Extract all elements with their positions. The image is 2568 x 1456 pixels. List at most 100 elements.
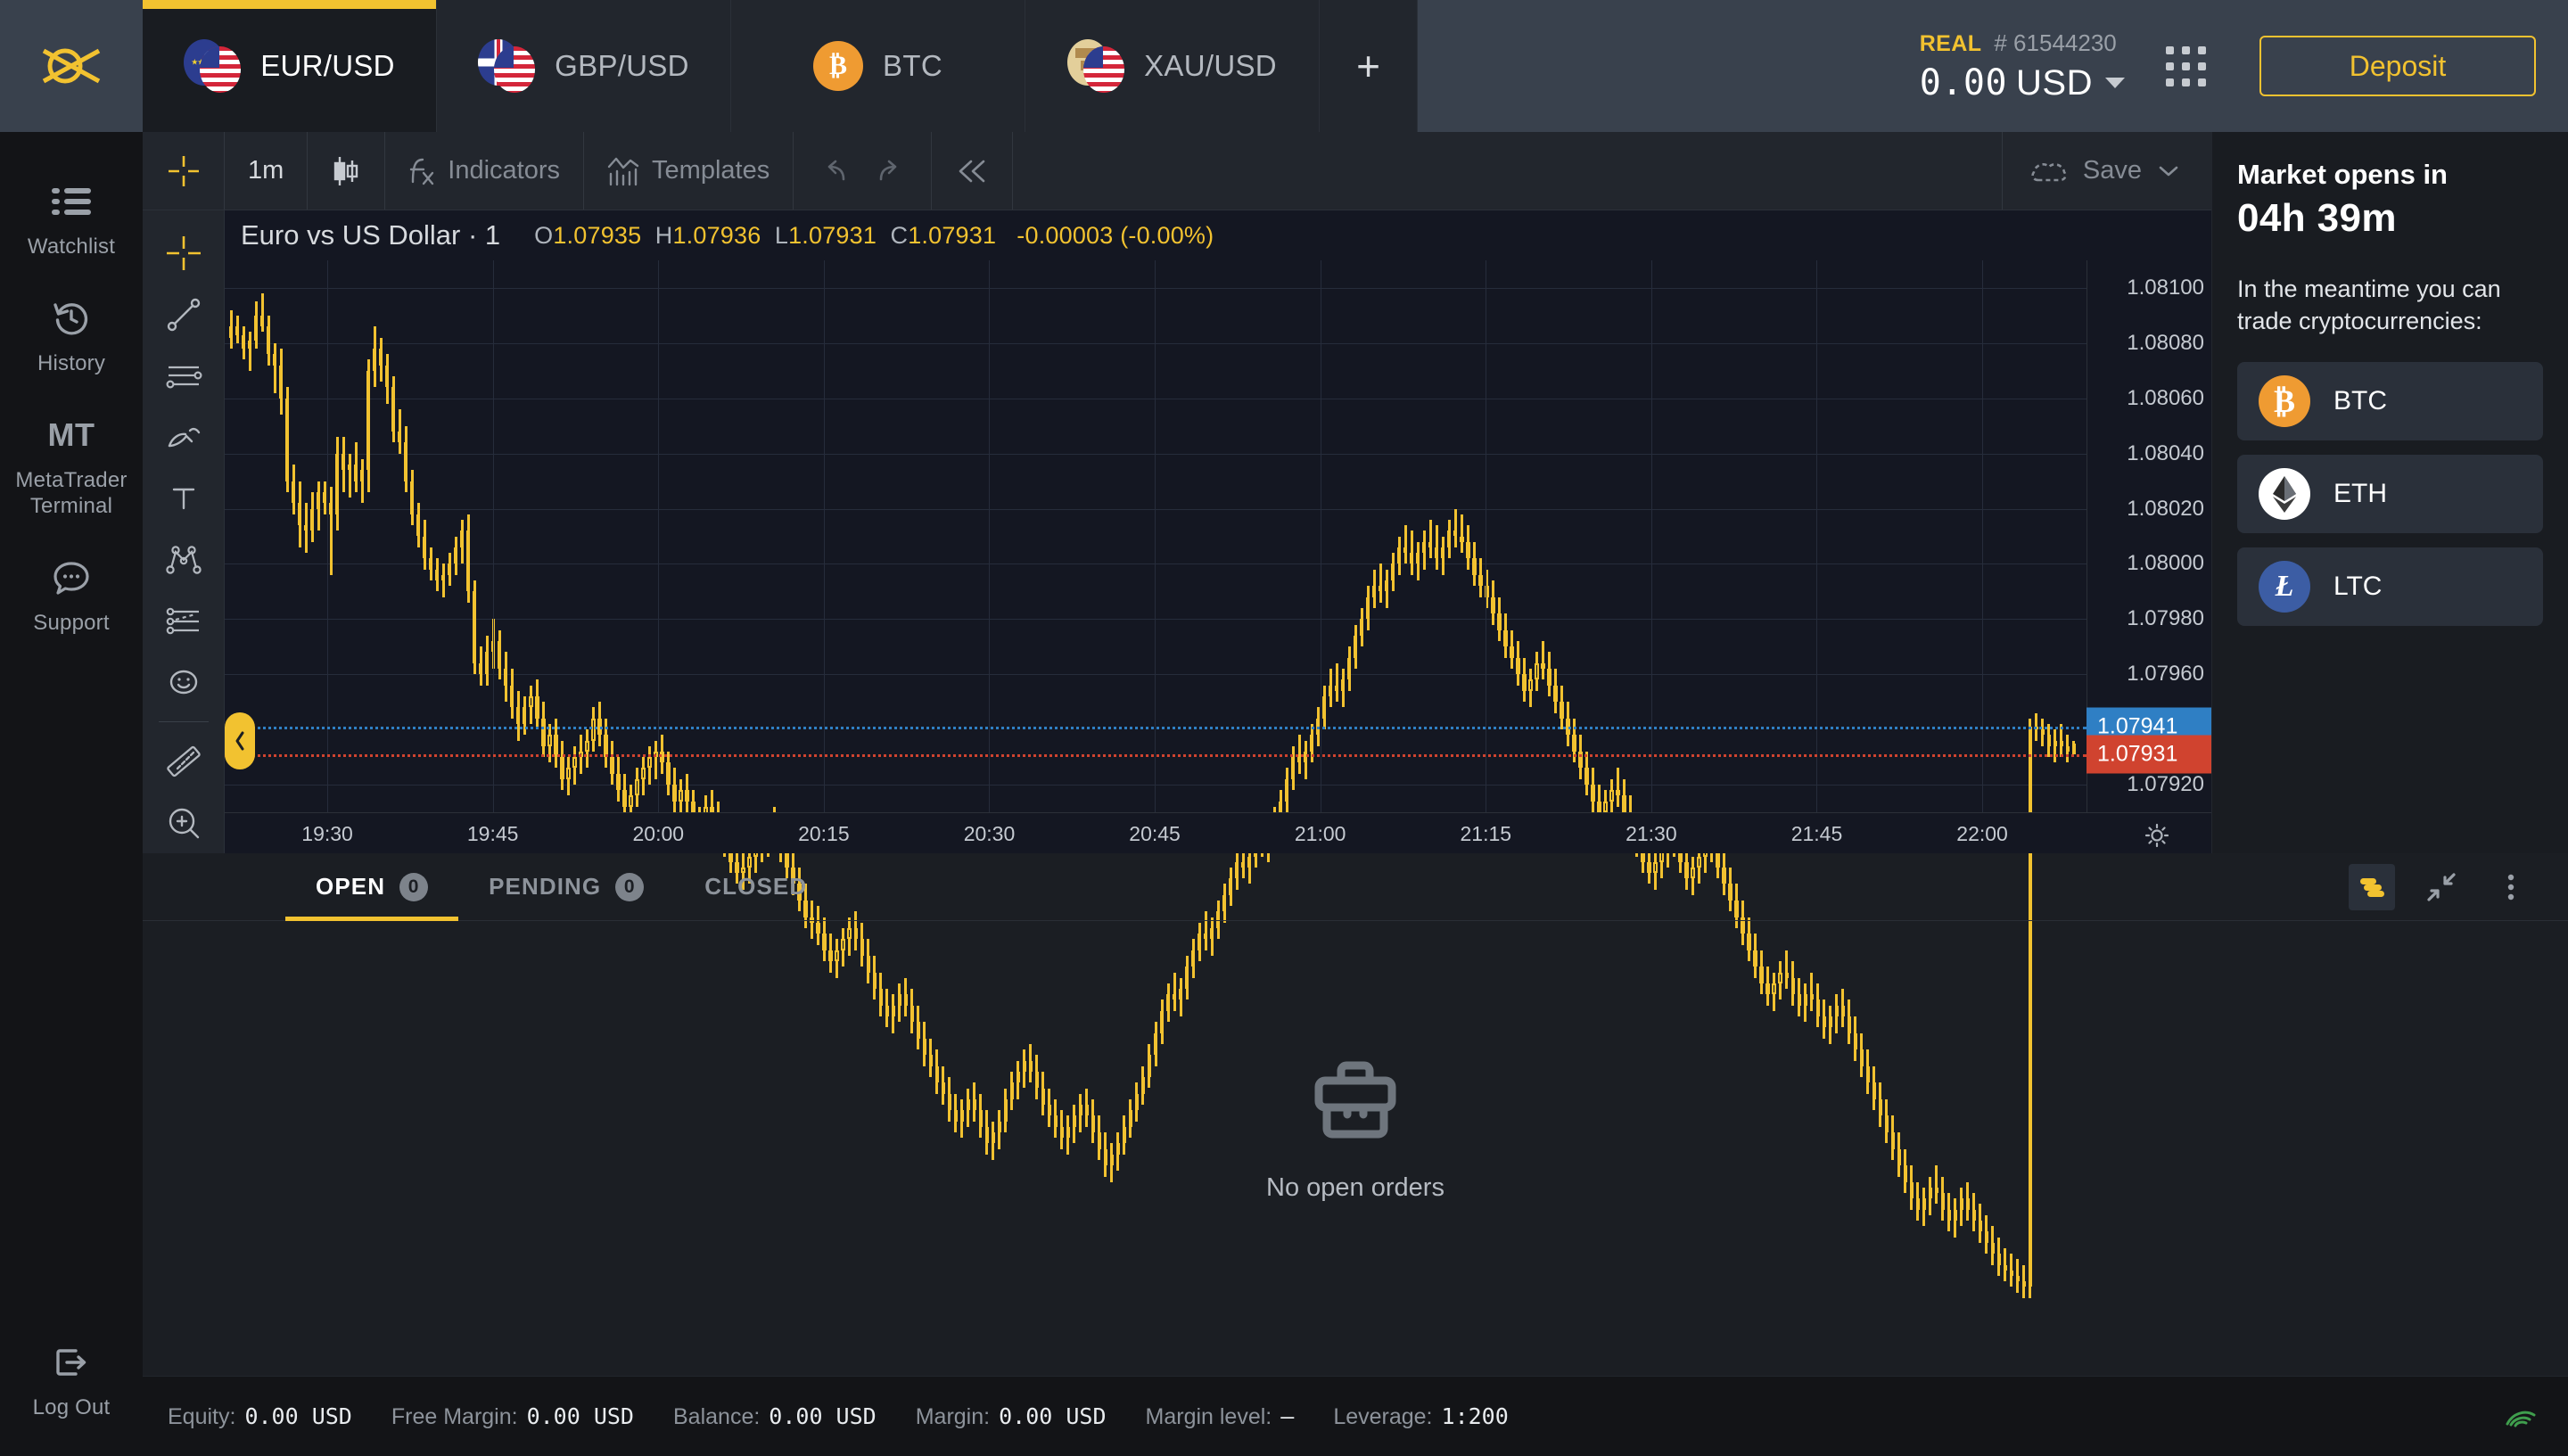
chevron-down-icon[interactable] bbox=[2105, 78, 2125, 88]
candle-body bbox=[1503, 630, 1507, 647]
more-options-button[interactable] bbox=[2488, 864, 2534, 910]
candle-body bbox=[1491, 597, 1494, 614]
candle-wick bbox=[1542, 641, 1544, 679]
candle-body bbox=[2054, 741, 2057, 746]
tab-closed-orders[interactable]: CLOSED bbox=[674, 853, 837, 920]
candle-wick bbox=[1810, 973, 1813, 1011]
fx-logo-icon bbox=[35, 44, 108, 88]
apps-grid-button[interactable] bbox=[2166, 46, 2206, 86]
candle-body bbox=[1872, 1082, 1876, 1099]
tab-btc[interactable]: ₿ BTC bbox=[731, 0, 1025, 132]
gear-icon bbox=[2144, 822, 2170, 849]
status-margin: Margin: 0.00 USD bbox=[916, 1403, 1107, 1430]
collapse-panel-button[interactable] bbox=[2418, 864, 2465, 910]
account-type: REAL bbox=[1920, 31, 1982, 57]
horizontal-lines-tool[interactable] bbox=[153, 345, 214, 407]
chart-type-button[interactable] bbox=[308, 132, 385, 210]
zoom-tool[interactable] bbox=[153, 792, 214, 853]
content-area: 1m Indicators bbox=[143, 132, 2568, 853]
time-axis[interactable]: 19:3019:4520:0020:1520:3020:4521:0021:15… bbox=[225, 812, 2211, 853]
candle-body bbox=[1035, 1072, 1039, 1089]
emoji-tool[interactable] bbox=[153, 651, 214, 712]
logout-button[interactable]: Log Out bbox=[0, 1339, 143, 1456]
sidebar-item-metatrader[interactable]: MT MetaTrader Terminal bbox=[0, 396, 143, 539]
price-panel-handle[interactable] bbox=[225, 712, 255, 769]
candle-body bbox=[1879, 1099, 1882, 1116]
indicators-button[interactable]: Indicators bbox=[385, 132, 584, 210]
patterns-tool[interactable] bbox=[153, 529, 214, 590]
bid-price-badge[interactable]: 1.07931 bbox=[2086, 736, 2211, 774]
crypto-item-ltc[interactable]: Ł LTC bbox=[2237, 547, 2543, 626]
cards-view-toggle[interactable] bbox=[2349, 864, 2395, 910]
candle-body bbox=[310, 509, 314, 531]
add-symbol-tab-button[interactable]: + bbox=[1320, 0, 1418, 132]
crypto-list: ₿ BTC ETH Ł bbox=[2237, 362, 2543, 626]
crypto-suggestion-text: In the meantime you can trade cryptocurr… bbox=[2237, 273, 2543, 337]
candle-body bbox=[1372, 586, 1376, 596]
candle-body bbox=[560, 757, 564, 779]
timeframe-selector[interactable]: 1m bbox=[225, 132, 308, 210]
chart-settings-button[interactable] bbox=[2144, 822, 2170, 853]
sidebar-item-history[interactable]: History bbox=[0, 279, 143, 396]
tab-pending-orders[interactable]: PENDING 0 bbox=[458, 853, 674, 920]
connection-status-icon bbox=[2504, 1401, 2568, 1432]
brand-logo[interactable] bbox=[0, 0, 143, 132]
text-tool[interactable] bbox=[153, 467, 214, 529]
candle-wick bbox=[1461, 514, 1463, 553]
sidebar-item-support[interactable]: Support bbox=[0, 539, 143, 655]
tab-label: OPEN bbox=[316, 873, 385, 901]
chart-canvas[interactable]: Euro vs US Dollar · 1 O1.07935 H1.07936 … bbox=[225, 210, 2211, 853]
tab-gbpusd[interactable]: GBP/USD bbox=[437, 0, 731, 132]
briefcase-icon bbox=[1307, 1059, 1403, 1147]
crypto-label: LTC bbox=[2333, 572, 2382, 602]
tab-open-orders[interactable]: OPEN 0 bbox=[285, 853, 458, 920]
candle-body bbox=[1447, 531, 1451, 547]
price-axis[interactable]: 1.081001.080801.080601.080401.080201.080… bbox=[2086, 260, 2211, 812]
chart-toolbar: 1m Indicators bbox=[143, 132, 2211, 210]
candle-body bbox=[610, 757, 613, 774]
crypto-label: ETH bbox=[2333, 479, 2387, 509]
chart-ohlc-values: O1.07935 H1.07936 L1.07931 C1.07931 -0.0… bbox=[534, 222, 1214, 250]
candle-body bbox=[323, 492, 326, 503]
crosshair-tool-indicator[interactable] bbox=[143, 132, 225, 210]
list-icon bbox=[4, 178, 139, 225]
measure-tool[interactable] bbox=[153, 731, 214, 793]
tab-xauusd[interactable]: XAU/USD bbox=[1025, 0, 1320, 132]
crosshair-tool[interactable] bbox=[153, 223, 214, 284]
candle-body bbox=[1478, 575, 1482, 586]
wifi-icon bbox=[2504, 1401, 2538, 1427]
candle-body bbox=[1085, 1105, 1089, 1115]
candle-body bbox=[2022, 1281, 2026, 1287]
forecast-tool[interactable] bbox=[153, 590, 214, 652]
timeframe-label: 1m bbox=[248, 156, 284, 185]
candle-body bbox=[317, 492, 320, 509]
chart-plot-region[interactable] bbox=[225, 260, 2086, 812]
save-chart-button[interactable]: Save bbox=[2002, 132, 2211, 210]
grid-line bbox=[658, 260, 659, 812]
deposit-button[interactable]: Deposit bbox=[2259, 36, 2536, 96]
candle-body bbox=[1204, 934, 1207, 939]
candle-body bbox=[1929, 1188, 1932, 1198]
candle-body bbox=[1535, 663, 1538, 680]
grid-line bbox=[1982, 260, 1983, 812]
candle-body bbox=[1497, 613, 1501, 630]
tab-eurusd[interactable]: EUR/USD bbox=[143, 0, 437, 132]
account-id: # 61544230 bbox=[1994, 29, 2116, 57]
candle-body bbox=[1935, 1188, 1938, 1193]
crypto-label: BTC bbox=[2333, 386, 2387, 416]
rewind-button[interactable] bbox=[932, 132, 1013, 210]
brush-tool[interactable] bbox=[153, 407, 214, 468]
trend-line-tool[interactable] bbox=[153, 284, 214, 346]
ohlc-low-value: 1.07931 bbox=[788, 222, 877, 249]
candle-body bbox=[898, 994, 901, 1005]
candle-body bbox=[1335, 686, 1338, 691]
crypto-item-eth[interactable]: ETH bbox=[2237, 455, 2543, 533]
sidebar-item-watchlist[interactable]: Watchlist bbox=[0, 162, 143, 279]
account-summary[interactable]: REAL # 61544230 0.00 USD bbox=[1920, 29, 2166, 103]
candle-body bbox=[854, 928, 858, 939]
candle-body bbox=[1366, 597, 1370, 620]
templates-button[interactable]: Templates bbox=[584, 132, 794, 210]
candle-body bbox=[473, 591, 476, 662]
crypto-item-btc[interactable]: ₿ BTC bbox=[2237, 362, 2543, 440]
candle-body bbox=[641, 768, 645, 778]
